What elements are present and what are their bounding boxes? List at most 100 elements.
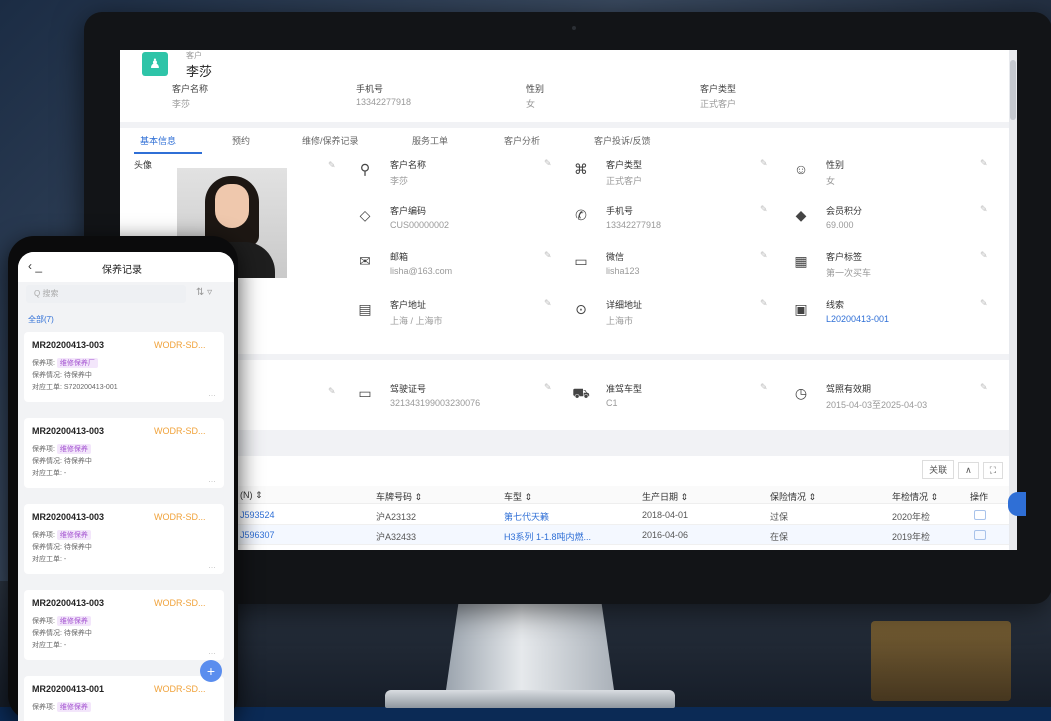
basic-info-panel: 头像 ✎ ⚲ 客户名称 李莎 ✎ ⌘ 客户类型 正式客户 ✎ ☺ 性别 女 ✎ … bbox=[120, 154, 1009, 354]
table-header: (N) ⇕ 车牌号码 ⇕ 车型 ⇕ 生产日期 ⇕ 保险情况 ⇕ 年检情况 ⇕ 操… bbox=[120, 486, 1009, 504]
header-field: 客户类型 正式客户 bbox=[700, 84, 737, 109]
phone-search-input[interactable]: Q 搜索 bbox=[26, 285, 186, 303]
edit-icon[interactable]: ✎ bbox=[544, 298, 552, 309]
header-field: 客户名称 李莎 bbox=[172, 84, 209, 109]
edit-icon[interactable]: ✎ bbox=[544, 158, 552, 169]
field-detail-address: ⊙ 详细地址 上海市 ✎ bbox=[572, 298, 772, 338]
vehicle-table: 关联 ∧ ⛶ (N) ⇕ 车牌号码 ⇕ 车型 ⇕ 生产日期 ⇕ 保险情况 ⇕ 年检情… bbox=[120, 456, 1009, 550]
more-icon[interactable]: … bbox=[208, 475, 216, 484]
edit-icon[interactable]: ✎ bbox=[980, 250, 988, 261]
collapse-button[interactable]: ∧ bbox=[958, 462, 979, 479]
list-item[interactable]: MR20200413-003 WODR-SD... 保养项: 维修保养 保养情况… bbox=[24, 418, 224, 488]
lead-link[interactable]: L20200413-001 bbox=[826, 314, 889, 324]
edit-icon[interactable]: ✎ bbox=[760, 204, 768, 215]
crane-machine bbox=[871, 621, 1011, 701]
field-wechat: ▭ 微信 lisha123 ✎ bbox=[572, 250, 772, 290]
edit-icon[interactable]: ✎ bbox=[328, 160, 336, 171]
edit-icon[interactable]: ✎ bbox=[980, 204, 988, 215]
camera-icon bbox=[572, 26, 576, 30]
license-icon: ▭ bbox=[358, 385, 372, 401]
field-customer-type: ⌘ 客户类型 正式客户 ✎ bbox=[574, 158, 768, 186]
link-button[interactable]: 关联 bbox=[922, 460, 955, 479]
col-model[interactable]: 车型 ⇕ bbox=[504, 490, 532, 503]
customer-avatar-icon: ♟ bbox=[142, 52, 168, 76]
edit-icon[interactable]: ✎ bbox=[980, 298, 988, 309]
monitor-stand-neck bbox=[445, 602, 615, 697]
field-customer-name: ⚲ 客户名称 李莎 ✎ bbox=[356, 158, 556, 198]
edit-icon[interactable]: ✎ bbox=[760, 250, 768, 261]
field-license-validity: ◷ 驾照有效期 2015-04-03至2025-04-03 ✎ bbox=[792, 382, 992, 422]
field-license-no: ▭ 驾驶证号 321343199003230076 ✎ bbox=[356, 382, 556, 422]
field-address: ▤ 客户地址 上海 / 上海市 ✎ bbox=[356, 298, 556, 338]
list-item[interactable]: MR20200413-003 WODR-SD... 保养项: 维修保养 保养情况… bbox=[24, 504, 224, 574]
table-row[interactable]: J593524 沪A23132 第七代天籁 2018-04-01 过保 2020… bbox=[120, 505, 1009, 525]
id-scan-icon: ⌘ bbox=[574, 161, 588, 177]
col-production-date[interactable]: 生产日期 ⇕ bbox=[642, 490, 688, 503]
scrollbar[interactable] bbox=[1009, 50, 1017, 550]
edit-icon[interactable]: ✎ bbox=[760, 382, 768, 393]
list-item[interactable]: MR20200413-003 WODR-SD... 保养项: 维修保养 保养情况… bbox=[24, 590, 224, 660]
header-field: 性别女 bbox=[526, 84, 545, 109]
phone-title-bar: ‹ _ 保养记录 bbox=[18, 252, 234, 282]
monitor-stand-base bbox=[385, 690, 675, 708]
customer-header: ♟ 客户 李莎 客户名称 李莎 手机号 13342277918 性别女 客户类型 正式… bbox=[120, 50, 1009, 122]
field-customer-code: ◇ 客户编码 CUS00000002 bbox=[356, 204, 556, 244]
tab-complaint[interactable]: 客户投诉/反馈 bbox=[594, 134, 651, 147]
gender-icon: ☺ bbox=[793, 161, 809, 177]
tab-appointment[interactable]: 预约 bbox=[232, 134, 250, 147]
edit-icon[interactable]: ✎ bbox=[544, 382, 552, 393]
phone-title: 保养记录 bbox=[102, 265, 142, 276]
table-row[interactable]: J596307 沪A32433 H3系列 1-1.8吨内燃... 2016-04… bbox=[120, 525, 1009, 545]
field-phone: ✆ 手机号 13342277918 ✎ bbox=[572, 204, 772, 244]
building-icon: ▤ bbox=[358, 301, 372, 317]
list-item[interactable]: MR20200413-003 WODR-SD... 保养项: 维修保养厂 保养情… bbox=[24, 332, 224, 402]
edit-icon[interactable]: ✎ bbox=[760, 298, 768, 309]
field-lead: ▣ 线索 L20200413-001 ✎ bbox=[792, 298, 992, 338]
phone-icon: ✆ bbox=[575, 207, 587, 223]
edit-icon[interactable]: ✎ bbox=[980, 158, 988, 169]
more-icon[interactable]: … bbox=[208, 561, 216, 570]
mail-icon: ✉ bbox=[359, 253, 371, 269]
col-vin[interactable]: (N) ⇕ bbox=[240, 490, 263, 501]
tab-service-order[interactable]: 服务工单 bbox=[412, 134, 448, 147]
tab-maintenance[interactable]: 维修/保养记录 bbox=[302, 134, 359, 147]
floating-action-tab[interactable] bbox=[1008, 492, 1026, 516]
user-icon: ⚲ bbox=[359, 161, 371, 177]
col-inspection[interactable]: 年检情况 ⇕ bbox=[892, 490, 938, 503]
card-icon: ▣ bbox=[794, 301, 808, 317]
add-button[interactable]: + bbox=[200, 660, 222, 682]
wechat-icon: ▭ bbox=[574, 253, 588, 269]
header-caption: 客户 bbox=[186, 51, 202, 60]
row-action-icon[interactable] bbox=[974, 510, 986, 522]
desktop-screen: ♟ 客户 李莎 客户名称 李莎 手机号 13342277918 性别女 客户类型 正式… bbox=[120, 50, 1017, 550]
field-gender: ☺ 性别 女 ✎ bbox=[793, 158, 988, 186]
fullscreen-button[interactable]: ⛶ bbox=[982, 462, 1003, 479]
phone-screen: ‹ _ 保养记录 Q 搜索 ⇅ ▿ 全部(7) MR20200413-003 W… bbox=[18, 252, 234, 721]
tab-basic-info[interactable]: 基本信息 bbox=[140, 134, 176, 147]
field-vehicle-class: ⛟ 准驾车型 C1 ✎ bbox=[572, 382, 768, 408]
list-item[interactable]: MR20200413-001 WODR-SD... 保养项: 维修保养 bbox=[24, 676, 224, 721]
more-icon[interactable]: … bbox=[208, 389, 216, 398]
edit-icon[interactable]: ✎ bbox=[980, 382, 988, 393]
edit-icon[interactable]: ✎ bbox=[760, 158, 768, 169]
more-icon[interactable]: … bbox=[208, 647, 216, 656]
clock-icon: ◷ bbox=[794, 385, 808, 401]
field-email: ✉ 邮箱 lisha@163.com ✎ bbox=[356, 250, 556, 290]
col-insurance[interactable]: 保险情况 ⇕ bbox=[770, 490, 816, 503]
col-plate[interactable]: 车牌号码 ⇕ bbox=[376, 490, 422, 503]
license-panel: ✎ ▭ 驾驶证号 321343199003230076 ✎ ⛟ 准驾车型 C1 … bbox=[120, 360, 1009, 430]
diamond-icon: ◆ bbox=[795, 207, 807, 223]
edit-icon[interactable]: ✎ bbox=[544, 250, 552, 261]
row-action-icon[interactable] bbox=[974, 530, 986, 542]
edit-icon[interactable]: ✎ bbox=[328, 386, 336, 397]
filter-icon[interactable]: ⇅ ▿ bbox=[196, 287, 212, 298]
col-action: 操作 bbox=[970, 492, 989, 502]
all-filter-label[interactable]: 全部(7) bbox=[28, 314, 54, 325]
field-member-points: ◆ 会员积分 69.000 ✎ bbox=[792, 204, 992, 244]
tab-customer-analysis[interactable]: 客户分析 bbox=[504, 134, 540, 147]
customer-name: 李莎 bbox=[186, 64, 213, 79]
grid-tag-icon: ▦ bbox=[794, 253, 808, 269]
header-field: 手机号 13342277918 bbox=[356, 84, 412, 107]
back-icon[interactable]: ‹ _ bbox=[28, 259, 42, 273]
table-toolbar: 关联 ∧ ⛶ bbox=[918, 460, 1003, 479]
